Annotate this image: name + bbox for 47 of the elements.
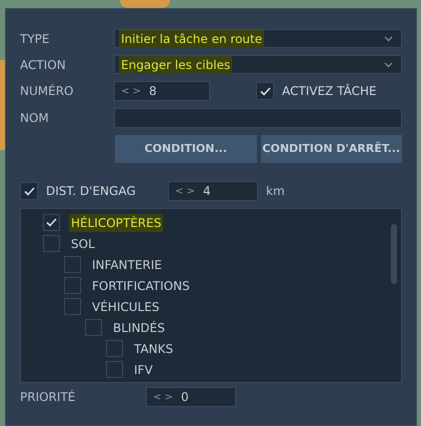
stepper-arrows[interactable]: < > (121, 84, 141, 98)
checkbox[interactable] (64, 256, 81, 273)
checkbox[interactable] (64, 277, 81, 294)
tree-item-label[interactable]: FORTIFICATIONS (90, 276, 192, 294)
dropdown-value: Initier la tâche en route (119, 30, 264, 48)
condition-button[interactable]: CONDITION... (115, 135, 256, 163)
field-label: ACTION (20, 56, 67, 74)
field-label: TYPE (20, 30, 50, 48)
checkbox-label: ACTIVEZ TÂCHE (282, 82, 376, 100)
chevron-down-icon (384, 36, 393, 42)
dropdown[interactable]: Engager les cibles (114, 55, 402, 74)
condition-button[interactable]: CONDITION D'ARRÊT... (260, 135, 402, 163)
number-value: 4 (202, 183, 211, 200)
number-field[interactable]: < > 0 (146, 387, 236, 407)
checkbox[interactable] (106, 361, 123, 378)
checkbox[interactable] (85, 319, 102, 336)
dropdown-value: Engager les cibles (119, 56, 232, 74)
checkbox[interactable] (43, 235, 60, 252)
tree-item-label[interactable]: VÉHICULES (90, 298, 162, 316)
tree-item-label[interactable]: HÉLICOPTÈRES (69, 214, 164, 232)
checkbox[interactable] (43, 214, 60, 231)
tree-item-label[interactable]: SOL (69, 234, 97, 252)
checkmark-icon (260, 86, 270, 96)
checkmark-icon (46, 218, 57, 227)
name-field[interactable] (114, 108, 402, 128)
number-field[interactable]: < > 8 (114, 81, 210, 101)
field-label: NOM (20, 110, 50, 127)
checkbox-label: DIST. D'ENGAG (46, 183, 137, 200)
checkbox[interactable] (256, 82, 274, 100)
dropdown[interactable]: Initier la tâche en route (114, 29, 402, 48)
chevron-down-icon (384, 62, 393, 68)
unit-label: km (266, 183, 285, 200)
number-value: 0 (180, 389, 189, 406)
checkbox[interactable] (106, 340, 123, 357)
tree-item-label[interactable]: IFV (132, 360, 155, 378)
field-label: PRIORITÉ (20, 388, 76, 406)
field-label: NUMÉRO (20, 82, 74, 100)
number-field[interactable]: < > 4 (168, 181, 258, 201)
stepper-arrows[interactable]: < > (153, 390, 173, 404)
checkmark-icon (24, 186, 34, 196)
tree-item-label[interactable]: TANKS (132, 340, 176, 358)
tree-item-label[interactable]: BLINDÉS (111, 318, 167, 336)
tree-item-label[interactable]: INFANTERIE (90, 256, 164, 274)
number-value: 8 (148, 83, 157, 100)
checkbox[interactable] (64, 298, 81, 315)
checkbox[interactable] (20, 182, 38, 200)
stepper-arrows[interactable]: < > (175, 184, 195, 198)
